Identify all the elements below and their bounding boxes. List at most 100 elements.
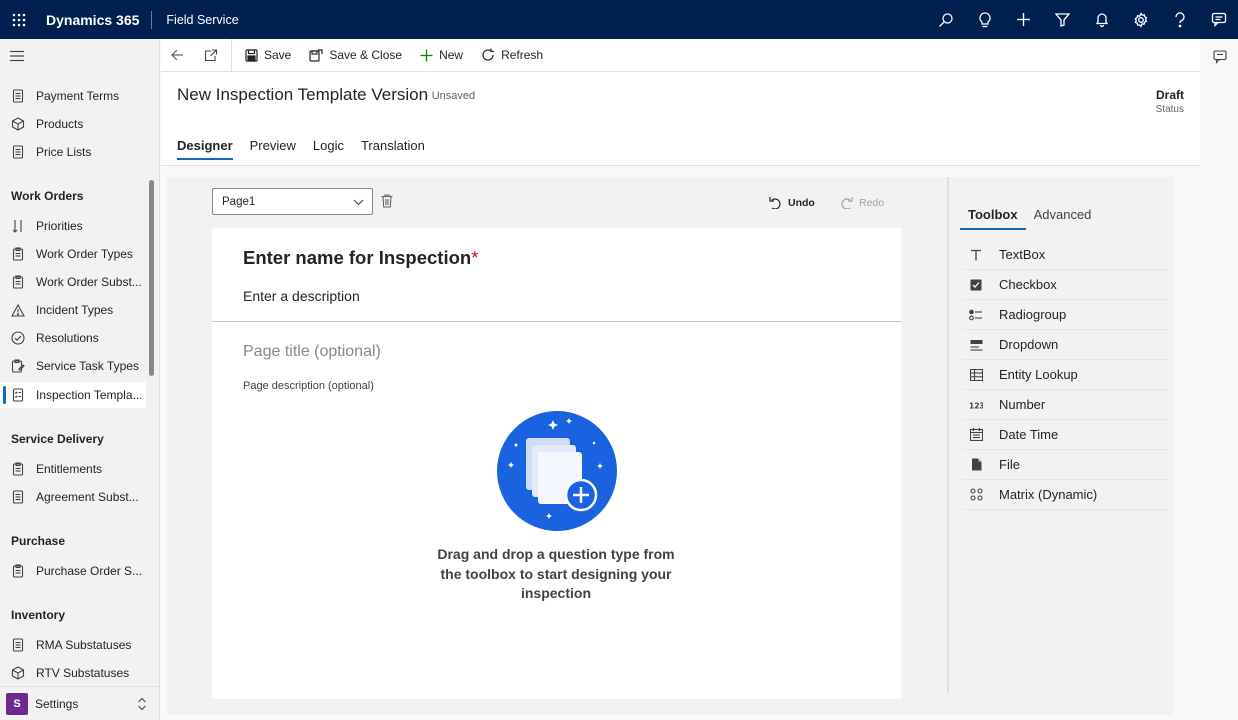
tab-logic[interactable]: Logic xyxy=(313,138,344,159)
toolbox-item-label: Date Time xyxy=(999,427,1059,442)
sidebar-item-inspection-templates[interactable]: Inspection Templa... xyxy=(0,382,146,408)
sidebar-item-agreement-substatuses[interactable]: Agreement Subst... xyxy=(0,484,146,510)
toolbox-item-radiogroup[interactable]: Radiogroup xyxy=(962,300,1168,330)
refresh-label: Refresh xyxy=(501,48,544,62)
tab-toolbox[interactable]: Toolbox xyxy=(960,205,1026,230)
record-title: New Inspection Template Version xyxy=(177,85,429,104)
tab-preview[interactable]: Preview xyxy=(250,138,296,159)
task-icon xyxy=(10,358,26,374)
sidebar-item-label: Price Lists xyxy=(36,145,92,159)
toolbox-item-textbox[interactable]: TextBox xyxy=(962,240,1168,270)
app-name[interactable]: Dynamics 365 xyxy=(38,0,151,39)
sidebar-item-work-order-substatuses[interactable]: Work Order Subst... xyxy=(0,269,146,295)
sidebar-item-rtv-substatuses[interactable]: RTV Substatuses xyxy=(0,660,146,686)
sidebar-item-label: Inspection Templa... xyxy=(36,388,143,402)
search-icon[interactable] xyxy=(926,0,965,39)
sidebar-item-payment-terms[interactable]: Payment Terms xyxy=(0,83,146,109)
toolbox-item-checkbox[interactable]: Checkbox xyxy=(962,270,1168,300)
tab-designer[interactable]: Designer xyxy=(177,138,233,160)
status-label: Status xyxy=(1155,104,1184,115)
chat-icon[interactable] xyxy=(1199,0,1238,39)
lightbulb-icon[interactable] xyxy=(965,0,1004,39)
chat-icon[interactable] xyxy=(1213,50,1228,67)
back-arrow-icon[interactable] xyxy=(161,39,194,72)
help-icon[interactable] xyxy=(1160,0,1199,39)
area-switcher[interactable]: S Settings xyxy=(0,686,159,720)
refresh-button[interactable]: Refresh xyxy=(472,39,552,72)
sidebar-item-entitlements[interactable]: Entitlements xyxy=(0,456,146,482)
sidebar-item-rma-substatuses[interactable]: RMA Substatuses xyxy=(0,632,146,658)
tab-translation[interactable]: Translation xyxy=(361,138,425,159)
toolbox-item-dropdown[interactable]: Dropdown xyxy=(962,330,1168,360)
sidebar-item-label: Priorities xyxy=(36,219,83,233)
clipboard-icon xyxy=(10,246,26,262)
required-indicator: * xyxy=(471,247,479,268)
gear-icon[interactable] xyxy=(1121,0,1160,39)
sidebar-item-label: Purchase Order S... xyxy=(36,564,143,578)
filter-icon[interactable] xyxy=(1043,0,1082,39)
design-canvas: Enter name for Inspection* Enter a descr… xyxy=(212,228,901,699)
sidebar-group-purchase: Purchase xyxy=(11,534,66,548)
checkbox-icon xyxy=(968,277,984,293)
toolbox-item-label: Number xyxy=(999,397,1046,412)
status-value: Draft xyxy=(1155,88,1184,102)
app-launcher-icon[interactable] xyxy=(0,0,38,39)
sidebar-group-service-delivery: Service Delivery xyxy=(11,432,104,446)
page-dropdown[interactable]: Page1 xyxy=(212,188,373,215)
open-new-window-icon[interactable] xyxy=(194,39,227,72)
toolbox-divider xyxy=(947,177,949,693)
sidebar-scrollbar[interactable] xyxy=(149,180,154,376)
box-icon xyxy=(10,116,26,132)
toolbox-item-date-time[interactable]: Date Time xyxy=(962,420,1168,450)
area-name[interactable]: Field Service xyxy=(152,13,238,27)
sidebar-item-label: RTV Substatuses xyxy=(36,666,130,680)
new-button[interactable]: New xyxy=(411,39,472,72)
toolbox-item-matrix-dynamic[interactable]: Matrix (Dynamic) xyxy=(962,480,1168,510)
sidebar-item-purchase-order-substatuses[interactable]: Purchase Order S... xyxy=(0,558,146,584)
sidebar-item-label: Resolutions xyxy=(36,331,99,345)
chevron-up-down-icon xyxy=(137,697,147,714)
add-icon[interactable] xyxy=(1004,0,1043,39)
sidebar-item-label: Entitlements xyxy=(36,462,103,476)
toolbox-item-label: Radiogroup xyxy=(999,307,1067,322)
toolbox-item-label: TextBox xyxy=(999,247,1046,262)
sidebar-item-incident-types[interactable]: Incident Types xyxy=(0,297,146,323)
sort-icon xyxy=(10,218,26,234)
sidebar-group-inventory: Inventory xyxy=(11,608,66,622)
sidebar-item-priorities[interactable]: Priorities xyxy=(0,213,146,239)
sidebar-item-work-order-types[interactable]: Work Order Types xyxy=(0,241,146,267)
inspection-description-field[interactable]: Enter a description xyxy=(243,288,360,304)
undo-button[interactable]: Undo xyxy=(769,196,815,209)
toolbox-item-label: Matrix (Dynamic) xyxy=(999,487,1098,502)
save-and-close-button[interactable]: Save & Close xyxy=(300,39,411,72)
hamburger-menu-icon[interactable] xyxy=(10,50,24,65)
toolbox-item-entity-lookup[interactable]: Entity Lookup xyxy=(962,360,1168,390)
clipboard-icon xyxy=(10,274,26,290)
page-description-field[interactable]: Page description (optional) xyxy=(243,380,374,392)
clipboard-icon xyxy=(10,563,26,579)
redo-button[interactable]: Redo xyxy=(840,196,884,209)
command-separator xyxy=(231,38,232,72)
sitemap-sidebar: Payment Terms Products Price Lists Work … xyxy=(0,39,160,720)
tab-advanced[interactable]: Advanced xyxy=(1026,205,1100,230)
bell-icon[interactable] xyxy=(1082,0,1121,39)
delete-page-icon[interactable] xyxy=(381,194,393,211)
save-icon xyxy=(245,48,258,62)
sidebar-item-price-lists[interactable]: Price Lists xyxy=(0,139,146,165)
area-badge: S xyxy=(6,692,28,715)
dropdown-icon xyxy=(968,337,984,353)
new-label: New xyxy=(439,48,464,62)
svg-text:123: 123 xyxy=(969,401,983,410)
calendar-icon xyxy=(968,427,984,443)
toolbox-tabs: Toolbox Advanced xyxy=(960,205,1099,230)
sidebar-item-products[interactable]: Products xyxy=(0,111,146,137)
toolbox-item-file[interactable]: File xyxy=(962,450,1168,480)
sidebar-item-service-task-types[interactable]: Service Task Types xyxy=(0,353,146,379)
save-button[interactable]: Save xyxy=(236,39,300,72)
toolbox-item-number[interactable]: 123 Number xyxy=(962,390,1168,420)
inspection-name-field[interactable]: Enter name for Inspection* xyxy=(243,247,478,269)
sidebar-item-label: Payment Terms xyxy=(36,89,120,103)
sidebar-item-resolutions[interactable]: Resolutions xyxy=(0,325,146,351)
page-title-field[interactable]: Page title (optional) xyxy=(243,343,381,361)
redo-icon xyxy=(841,197,853,209)
